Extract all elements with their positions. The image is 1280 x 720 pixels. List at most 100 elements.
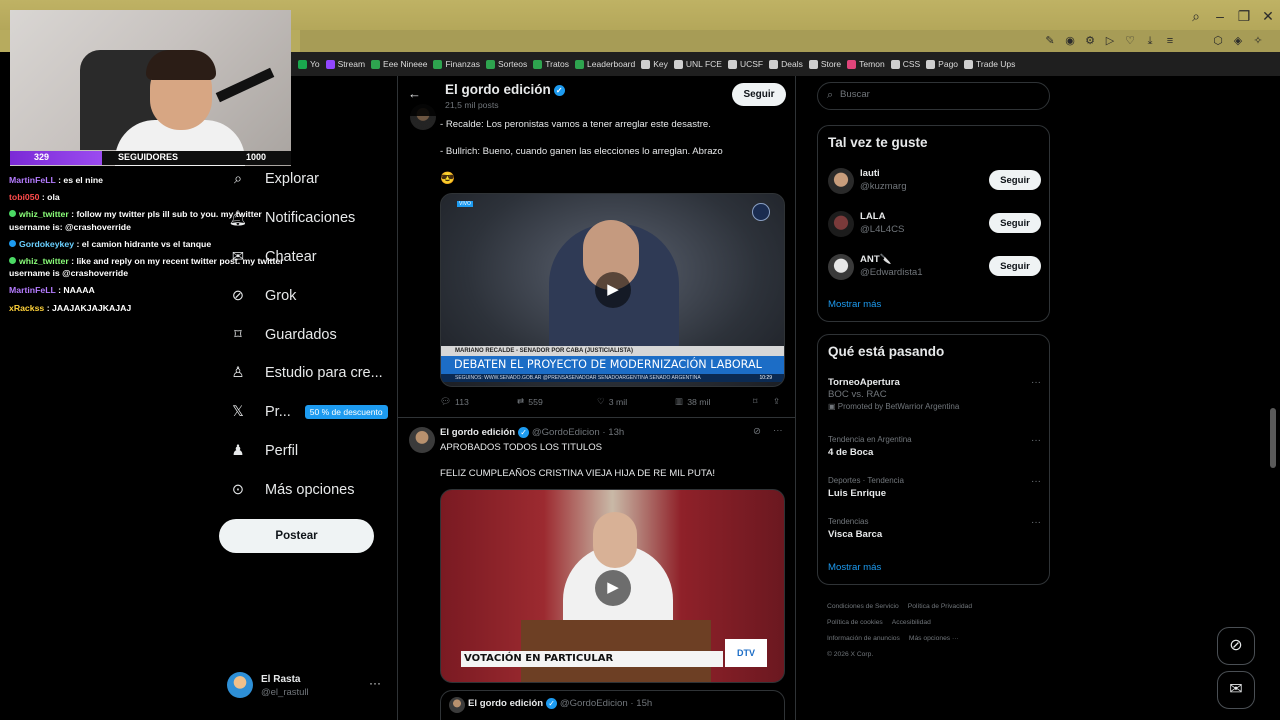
search-tabs-icon[interactable]: ⌕ xyxy=(1186,6,1206,26)
more-icon[interactable]: ··· xyxy=(369,676,381,690)
camera-icon[interactable]: ◉ xyxy=(1062,33,1078,49)
bookmark-item[interactable]: Leaderboard xyxy=(575,59,635,69)
grok-button[interactable]: ⊘ xyxy=(1217,627,1255,665)
bookmark-item[interactable]: Key xyxy=(641,59,668,69)
bookmark-item[interactable]: Eee Nineee xyxy=(371,59,427,69)
card-title: Qué está pasando xyxy=(828,344,945,359)
scrollbar[interactable] xyxy=(1270,408,1276,468)
avatar[interactable] xyxy=(409,427,435,453)
bookmark-item[interactable]: Finanzas xyxy=(433,59,480,69)
follow-button[interactable]: Seguir xyxy=(989,256,1041,276)
extension-icon[interactable]: ⬡ xyxy=(1210,33,1226,49)
search-box[interactable]: ⌕ xyxy=(817,82,1050,110)
senado-logo xyxy=(752,203,770,221)
search-input[interactable] xyxy=(840,89,1040,100)
bookmark-item[interactable]: Deals xyxy=(769,59,803,69)
play-icon[interactable]: ▷ xyxy=(1102,33,1118,49)
bookmark-item[interactable]: CSS xyxy=(890,59,920,69)
settings-icon[interactable]: ⚙ xyxy=(1082,33,1098,49)
tweet-video[interactable]: ▶ VOTACIÓN EN PARTICULAR DTV xyxy=(440,489,785,683)
messages-button[interactable]: ✉ xyxy=(1217,671,1255,709)
bookmark-item[interactable]: Trade Ups xyxy=(964,59,1015,69)
download-icon[interactable]: ⤓ xyxy=(1142,33,1158,49)
ai-icon[interactable]: ✧ xyxy=(1250,33,1266,49)
bookmark-item[interactable]: Tratos xyxy=(533,59,569,69)
like-button[interactable]: ♡ 3 mil xyxy=(597,396,627,407)
grok-icon[interactable]: ⊘ xyxy=(753,426,761,437)
more-icon[interactable]: ··· xyxy=(773,425,783,436)
tweet-video[interactable]: VIVO ▶ MARIANO RECALDE - SENADOR POR CAB… xyxy=(440,193,785,387)
verified-icon: ✓ xyxy=(546,698,558,709)
tweet-time[interactable]: · 13h xyxy=(602,427,624,438)
bookmark-button[interactable]: ⌑ xyxy=(753,396,757,407)
account-switcher[interactable]: El Rasta @el_rastull ··· xyxy=(227,672,387,702)
bookmark-item[interactable]: UCSF xyxy=(727,59,763,69)
play-icon[interactable]: ▶ xyxy=(595,272,631,308)
suggested-user[interactable]: ANT🔪 @Edwardista1 Seguir xyxy=(828,252,1041,282)
menu-icon[interactable]: ≡ xyxy=(1162,33,1178,49)
nav-item-mail[interactable]: ✉ Chatear xyxy=(220,238,390,277)
restore-icon[interactable]: ❐ xyxy=(1234,6,1254,26)
bookmark-item[interactable]: Temon xyxy=(847,59,885,69)
bookmark-item[interactable]: UNL FCE xyxy=(673,59,722,69)
follow-button[interactable]: Seguir xyxy=(732,83,786,106)
nav-item-x-logo[interactable]: 𝕏 Pr... 50 % de descuento xyxy=(220,393,390,432)
minimize-icon[interactable]: – xyxy=(1210,6,1230,26)
more-icon[interactable]: ··· xyxy=(1031,517,1041,528)
tweet-handle[interactable]: @GordoEdicion xyxy=(532,427,600,438)
footer-link[interactable]: Política de Privacidad xyxy=(908,603,972,610)
grok-icon: ⊘ xyxy=(1229,637,1243,654)
post-button[interactable]: Postear xyxy=(219,519,374,553)
follow-button[interactable]: Seguir xyxy=(989,213,1041,233)
show-more-link[interactable]: Mostrar más xyxy=(828,562,881,573)
reply-button[interactable]: 💬︎ 113 xyxy=(440,396,469,407)
show-more-link[interactable]: Mostrar más xyxy=(828,299,881,310)
footer-link[interactable]: Política de cookies xyxy=(827,619,883,626)
follow-button[interactable]: Seguir xyxy=(989,170,1041,190)
heart-icon[interactable]: ♡ xyxy=(1122,33,1138,49)
user-handle: @kuzmarg xyxy=(860,181,907,192)
back-arrow-icon[interactable]: ← xyxy=(408,86,421,101)
footer-link[interactable]: Más opciones ··· xyxy=(909,635,959,642)
repost-button[interactable]: ⇄ 559 xyxy=(517,396,543,407)
close-icon[interactable]: ✕ xyxy=(1258,6,1278,26)
chat-text: : ola xyxy=(41,192,60,203)
tweet-author[interactable]: El gordo edición xyxy=(440,427,515,438)
views-button[interactable]: ▥ 38 mil xyxy=(675,396,710,407)
trend-item[interactable]: TorneoApertura BOC vs. RAC ▣ Promoted by… xyxy=(828,377,1041,411)
suggested-user[interactable]: lauti @kuzmarg Seguir xyxy=(828,166,1041,196)
trend-item[interactable]: Deportes · Tendencia Luis Enrique ··· xyxy=(828,476,1041,510)
nav-item-studio[interactable]: ♙ Estudio para cre... xyxy=(220,354,390,393)
trend-item[interactable]: Tendencias Visca Barca ··· xyxy=(828,517,1041,551)
trend-name: Luis Enrique xyxy=(828,488,887,499)
nav-item-more-circle[interactable]: ⊙ Más opciones xyxy=(220,470,390,509)
share-button[interactable]: ⇪ xyxy=(773,396,780,407)
bookmark-item[interactable]: Pago xyxy=(926,59,958,69)
quoted-tweet[interactable]: El gordo edición ✓ @GordoEdicion · 15h xyxy=(440,690,785,720)
shield-icon[interactable]: ◈ xyxy=(1230,33,1246,49)
bookmark-item[interactable]: Stream xyxy=(325,59,365,69)
nav-item-grok[interactable]: ⊘ Grok xyxy=(220,276,390,315)
footer-link[interactable]: Accesibilidad xyxy=(892,619,931,626)
trend-item[interactable]: Tendencia en Argentina 4 de Boca ··· xyxy=(828,435,1041,469)
nav-item-person[interactable]: ♟ Perfil xyxy=(220,432,390,471)
avatar xyxy=(227,672,253,698)
footer-link[interactable]: Condiciones de Servicio xyxy=(827,603,899,610)
more-icon[interactable]: ··· xyxy=(1031,377,1041,388)
play-icon[interactable]: ▶ xyxy=(595,570,631,606)
view-count: 38 mil xyxy=(687,396,711,407)
bookmark-item[interactable]: Sorteos xyxy=(485,59,527,69)
nav-item-search[interactable]: ⌕ Explorar xyxy=(220,160,390,199)
footer-link[interactable]: Información de anuncios xyxy=(827,635,900,642)
more-icon[interactable]: ··· xyxy=(1031,435,1041,446)
address-bar[interactable]: ✎ ◉ ⚙ ▷ ♡ ⤓ ≡ ⬡ ◈ ✧ xyxy=(300,30,1280,52)
more-icon[interactable]: ··· xyxy=(1031,476,1041,487)
nav-item-bell[interactable]: 🔔︎ Notificaciones xyxy=(220,199,390,238)
bookmark-item[interactable]: Store xyxy=(808,59,841,69)
suggested-user[interactable]: LALA @L4L4CS Seguir xyxy=(828,209,1041,239)
user-name: LALA xyxy=(860,211,886,222)
bookmark-label: Temon xyxy=(859,59,885,69)
edit-icon[interactable]: ✎ xyxy=(1042,33,1058,49)
nav-item-bookmark[interactable]: ⌑ Guardados xyxy=(220,315,390,354)
bookmark-item[interactable]: Yo xyxy=(298,59,320,69)
